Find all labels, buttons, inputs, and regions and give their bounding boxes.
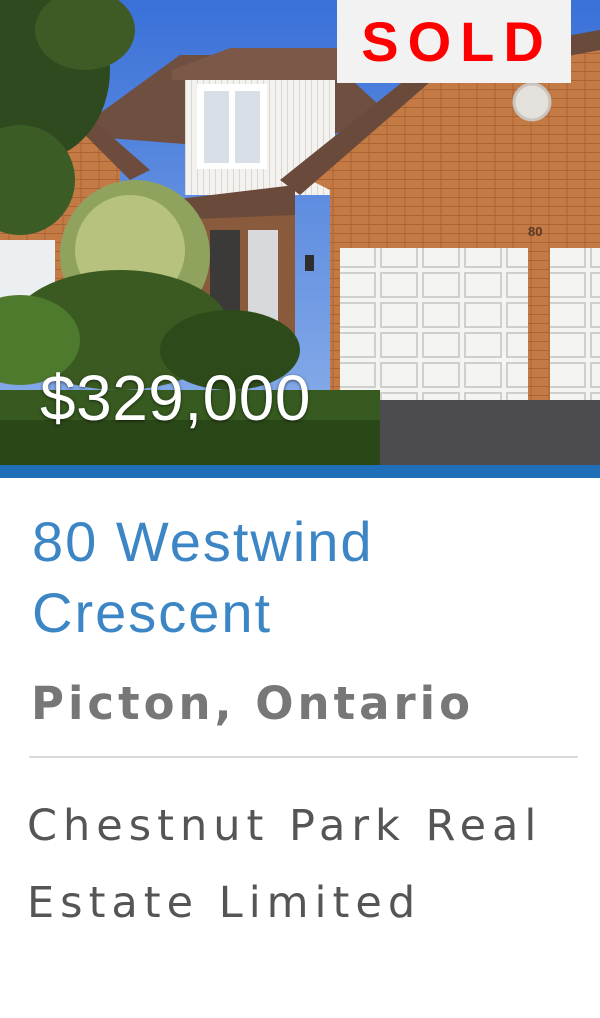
house-number: 80 [528, 224, 542, 239]
listing-card[interactable]: 80 SOLD $329,000 80 Westwind Crescent Pi… [0, 0, 600, 1018]
brokerage-name: Chestnut Park Real Estate Limited [27, 801, 543, 928]
listing-city: Picton, Ontario [31, 677, 475, 730]
sold-badge: SOLD [337, 0, 571, 83]
section-divider [29, 756, 578, 758]
listing-address[interactable]: 80 Westwind Crescent [32, 506, 572, 648]
accent-divider [0, 465, 600, 478]
listing-photo[interactable]: 80 SOLD $329,000 [0, 0, 600, 465]
listing-price: $329,000 [40, 362, 311, 434]
